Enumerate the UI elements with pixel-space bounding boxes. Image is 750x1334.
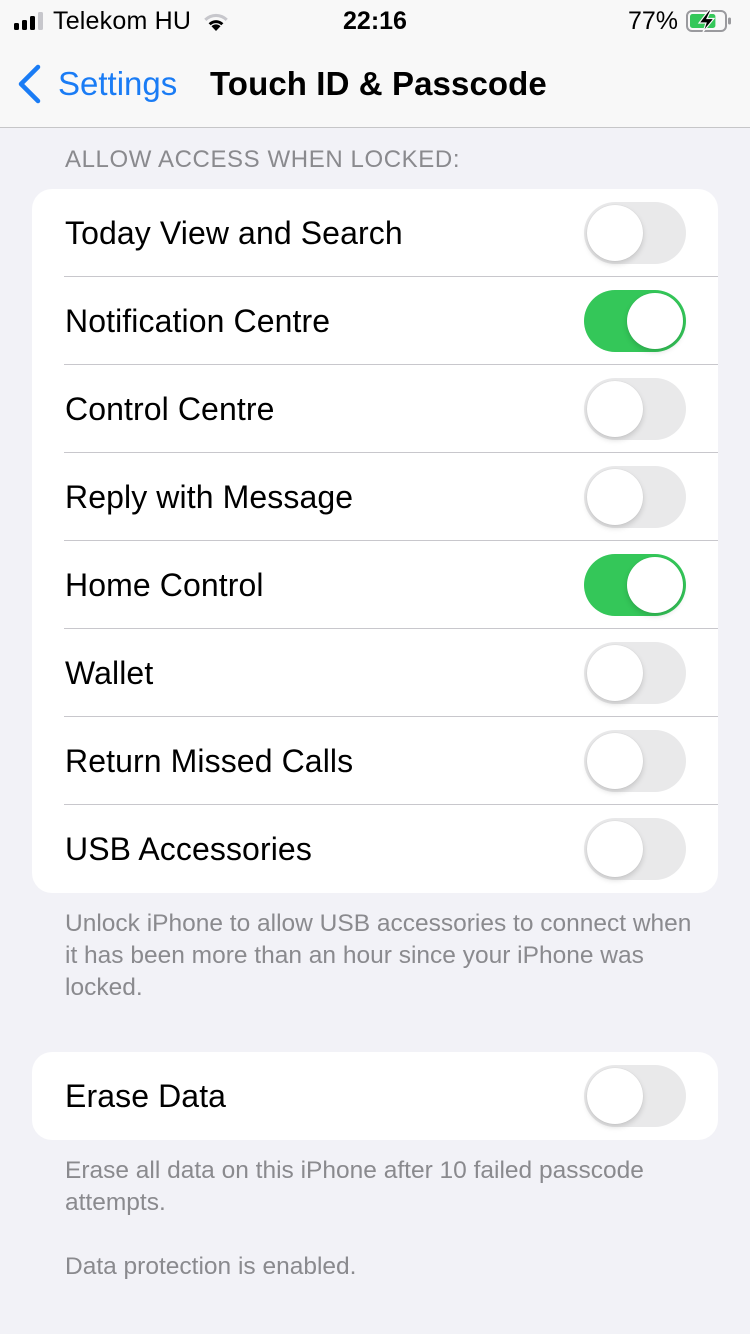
battery-charging-icon: [686, 9, 731, 33]
toggle-home-control[interactable]: [584, 554, 686, 616]
row-label: Erase Data: [65, 1077, 227, 1114]
toggle-knob: [587, 205, 643, 261]
toggle-knob: [587, 821, 643, 877]
toggle-wallet[interactable]: [584, 642, 686, 704]
row-reply-with-message[interactable]: Reply with Message: [32, 453, 718, 541]
toggle-control-centre[interactable]: [584, 378, 686, 440]
toggle-usb-accessories[interactable]: [584, 818, 686, 880]
section-header-locked-access: ALLOW ACCESS WHEN LOCKED:: [65, 146, 461, 173]
erase-data-footer: Erase all data on this iPhone after 10 f…: [65, 1157, 644, 1216]
page-title: Touch ID & Passcode: [210, 65, 547, 102]
row-label: Home Control: [65, 566, 264, 603]
toggle-today-view[interactable]: [584, 202, 686, 264]
row-notification-centre[interactable]: Notification Centre: [32, 277, 718, 365]
chevron-left-icon: [18, 64, 41, 104]
row-return-missed-calls[interactable]: Return Missed Calls: [32, 717, 718, 805]
row-wallet[interactable]: Wallet: [32, 629, 718, 717]
data-protection-note: Data protection is enabled.: [65, 1253, 357, 1280]
toggle-reply-with-message[interactable]: [584, 466, 686, 528]
toggle-knob: [587, 381, 643, 437]
erase-data-group: Erase Data: [32, 1052, 718, 1140]
locked-access-group: Today View and Search Notification Centr…: [32, 189, 718, 893]
row-label: USB Accessories: [65, 830, 312, 867]
toggle-knob: [587, 1068, 643, 1124]
toggle-knob: [627, 557, 683, 613]
row-label: Control Centre: [65, 390, 275, 427]
row-home-control[interactable]: Home Control: [32, 541, 718, 629]
row-label: Notification Centre: [65, 302, 331, 339]
toggle-return-missed-calls[interactable]: [584, 730, 686, 792]
row-label: Wallet: [65, 654, 154, 691]
toggle-erase-data[interactable]: [584, 1065, 686, 1127]
row-erase-data[interactable]: Erase Data: [32, 1052, 718, 1140]
navigation-bar: Settings Touch ID & Passcode: [0, 42, 750, 128]
status-right: 77%: [628, 6, 732, 36]
usb-accessories-footer: Unlock iPhone to allow USB accessories t…: [65, 910, 692, 1001]
row-usb-accessories[interactable]: USB Accessories: [32, 805, 718, 893]
back-button[interactable]: Settings: [16, 62, 177, 106]
status-bar: Telekom HU 22:16 77%: [0, 0, 750, 42]
battery-percent: 77%: [627, 6, 678, 35]
row-label: Reply with Message: [65, 478, 354, 515]
row-label: Return Missed Calls: [65, 742, 354, 779]
toggle-notification-centre[interactable]: [584, 290, 686, 352]
row-control-centre[interactable]: Control Centre: [32, 365, 718, 453]
row-today-view[interactable]: Today View and Search: [32, 189, 718, 277]
toggle-knob: [587, 733, 643, 789]
back-label: Settings: [58, 65, 178, 102]
toggle-knob: [587, 469, 643, 525]
toggle-knob: [627, 293, 683, 349]
row-label: Today View and Search: [65, 214, 403, 251]
toggle-knob: [587, 645, 643, 701]
